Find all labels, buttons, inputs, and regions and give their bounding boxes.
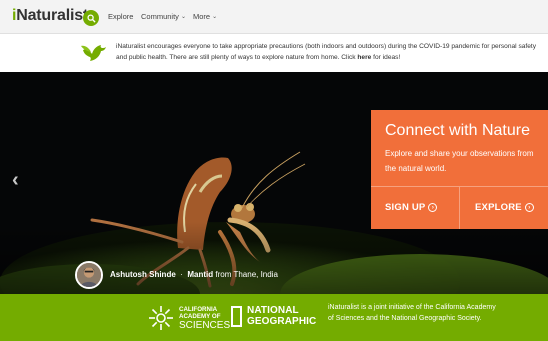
carousel-prev-button[interactable]: ‹ bbox=[12, 170, 19, 190]
connect-title: Connect with Nature bbox=[385, 122, 530, 139]
sign-up-button[interactable]: SIGN UP › bbox=[385, 202, 438, 213]
connect-divider-vertical bbox=[459, 187, 460, 229]
ng-line-1: NATIONAL bbox=[247, 305, 299, 316]
inaturalist-logo[interactable]: iNaturalist bbox=[12, 7, 88, 25]
search-button[interactable] bbox=[83, 10, 99, 26]
cas-logo-text[interactable]: CALIFORNIA ACADEMY OF SCIENCES bbox=[179, 306, 230, 331]
nav-explore-label: Explore bbox=[108, 12, 134, 21]
top-nav: iNaturalist Explore Community ⌄ More ⌄ bbox=[0, 0, 548, 34]
connect-description: Explore and share your observations from… bbox=[385, 149, 534, 173]
circle-arrow-icon: › bbox=[428, 203, 438, 212]
sign-up-label: SIGN UP bbox=[385, 202, 426, 213]
explore-button[interactable]: EXPLORE › bbox=[475, 202, 534, 213]
nav-more[interactable]: More ⌄ bbox=[193, 12, 217, 21]
cas-sun-icon bbox=[149, 306, 173, 330]
avatar-image bbox=[77, 263, 101, 287]
attribution-from: from bbox=[215, 270, 232, 279]
attribution-separator: · bbox=[180, 270, 183, 279]
ng-line-2: GEOGRAPHIC bbox=[247, 316, 317, 327]
search-icon bbox=[86, 13, 96, 23]
logo-text: Naturalist bbox=[16, 7, 89, 24]
natgeo-logo-text[interactable]: NATIONAL GEOGRAPHIC bbox=[247, 305, 316, 327]
banner-text-after: for ideas! bbox=[371, 53, 401, 61]
place-name[interactable]: Thane, India bbox=[233, 270, 277, 279]
nav-community-label: Community bbox=[141, 12, 179, 21]
banner-text: iNaturalist encourages everyone to take … bbox=[116, 42, 541, 63]
circle-arrow-icon: › bbox=[524, 203, 534, 212]
nav-explore[interactable]: Explore bbox=[108, 12, 133, 21]
nav-community[interactable]: Community ⌄ bbox=[141, 12, 186, 21]
banner-text-before: iNaturalist encourages everyone to take … bbox=[116, 43, 537, 61]
bird-icon bbox=[81, 45, 106, 61]
natgeo-frame-icon bbox=[231, 306, 242, 327]
banner-here-link[interactable]: here bbox=[357, 54, 371, 61]
observer-avatar[interactable] bbox=[75, 261, 103, 289]
partners-description: iNaturalist is a joint initiative of the… bbox=[328, 304, 496, 322]
nav-more-label: More bbox=[193, 12, 211, 21]
photo-attribution: Ashutosh Shinde · Mantid from Thane, Ind… bbox=[110, 270, 278, 279]
cas-line-1: CALIFORNIA bbox=[179, 306, 218, 313]
explore-label: EXPLORE bbox=[475, 202, 522, 213]
cas-line-3: SCIENCES bbox=[179, 319, 231, 331]
chevron-left-icon: ‹ bbox=[12, 169, 19, 191]
taxon-name[interactable]: Mantid bbox=[187, 270, 213, 279]
observer-name[interactable]: Ashutosh Shinde bbox=[110, 270, 176, 279]
chevron-down-icon: ⌄ bbox=[212, 14, 218, 20]
chevron-down-icon: ⌄ bbox=[180, 14, 186, 20]
